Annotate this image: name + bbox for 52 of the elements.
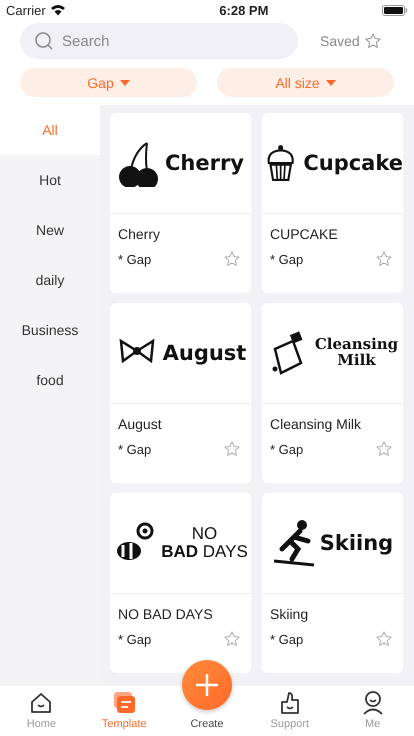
category-item[interactable]: Hot xyxy=(0,155,100,205)
search-bar[interactable]: Search xyxy=(20,23,298,59)
search-field[interactable]: Search xyxy=(60,32,264,50)
saved-link[interactable]: Saved xyxy=(320,33,360,49)
carrier-label: Carrier xyxy=(6,2,46,18)
template-tag: * Gap xyxy=(270,252,304,266)
star-icon[interactable] xyxy=(375,250,393,268)
artwork-text: Milk xyxy=(337,353,376,369)
star-icon[interactable] xyxy=(223,630,241,648)
battery-icon xyxy=(382,4,408,16)
template-card[interactable]: Cleansing Milk Cleansing Milk * Gap xyxy=(262,303,403,483)
template-title: CUPCAKE xyxy=(269,225,339,242)
star-icon xyxy=(364,32,382,50)
artwork-text: Cupcake xyxy=(303,152,403,174)
template-card[interactable]: NO BAD DAYS NO BAD DAYS * Gap xyxy=(110,493,251,673)
template-card[interactable]: Cupcake CUPCAKE * Gap xyxy=(262,113,403,293)
template-card[interactable]: Skiing Skiing * Gap xyxy=(262,493,403,673)
artwork-text: Cleansing xyxy=(314,337,398,353)
template-tag: * Gap xyxy=(270,442,304,456)
template-title: Cherry xyxy=(117,225,162,242)
artwork-text: Skiing xyxy=(320,532,394,554)
template-title: Skiing xyxy=(269,605,310,622)
star-icon[interactable] xyxy=(375,630,393,648)
star-icon[interactable] xyxy=(223,440,241,458)
caret-icon xyxy=(120,80,130,86)
tab-bar-item[interactable]: Create xyxy=(166,718,248,730)
star-icon[interactable] xyxy=(375,440,393,458)
template-title: Cleansing Milk xyxy=(269,415,362,432)
plus-icon xyxy=(195,673,219,697)
star-icon[interactable] xyxy=(223,250,241,268)
artwork-text: NO xyxy=(192,525,218,543)
caret-icon xyxy=(326,80,336,86)
template-tag: * Gap xyxy=(270,632,304,646)
category-item[interactable]: Business xyxy=(0,305,100,355)
category-item[interactable]: food xyxy=(0,355,100,405)
template-tag: * Gap xyxy=(118,632,152,646)
template-icon xyxy=(111,690,138,716)
template-title: August xyxy=(117,415,163,432)
artwork-text: August xyxy=(162,342,246,364)
template-card[interactable]: August August * Gap xyxy=(110,303,251,483)
template-tag: * Gap xyxy=(118,252,152,266)
template-title: NO BAD DAYS xyxy=(117,605,214,622)
category-item[interactable]: New xyxy=(0,205,100,255)
category-item[interactable]: daily xyxy=(0,255,100,305)
skier-icon xyxy=(272,519,316,567)
artwork-text: BAD DAYS xyxy=(161,543,248,561)
template-card[interactable]: Cherry Cherry * Gap xyxy=(110,113,251,293)
wifi-icon xyxy=(50,4,66,16)
clock-time: 6:28 PM xyxy=(219,2,268,18)
search-icon xyxy=(34,31,54,51)
template-tag: * Gap xyxy=(118,442,152,456)
artwork-text: Cherry xyxy=(164,152,244,174)
